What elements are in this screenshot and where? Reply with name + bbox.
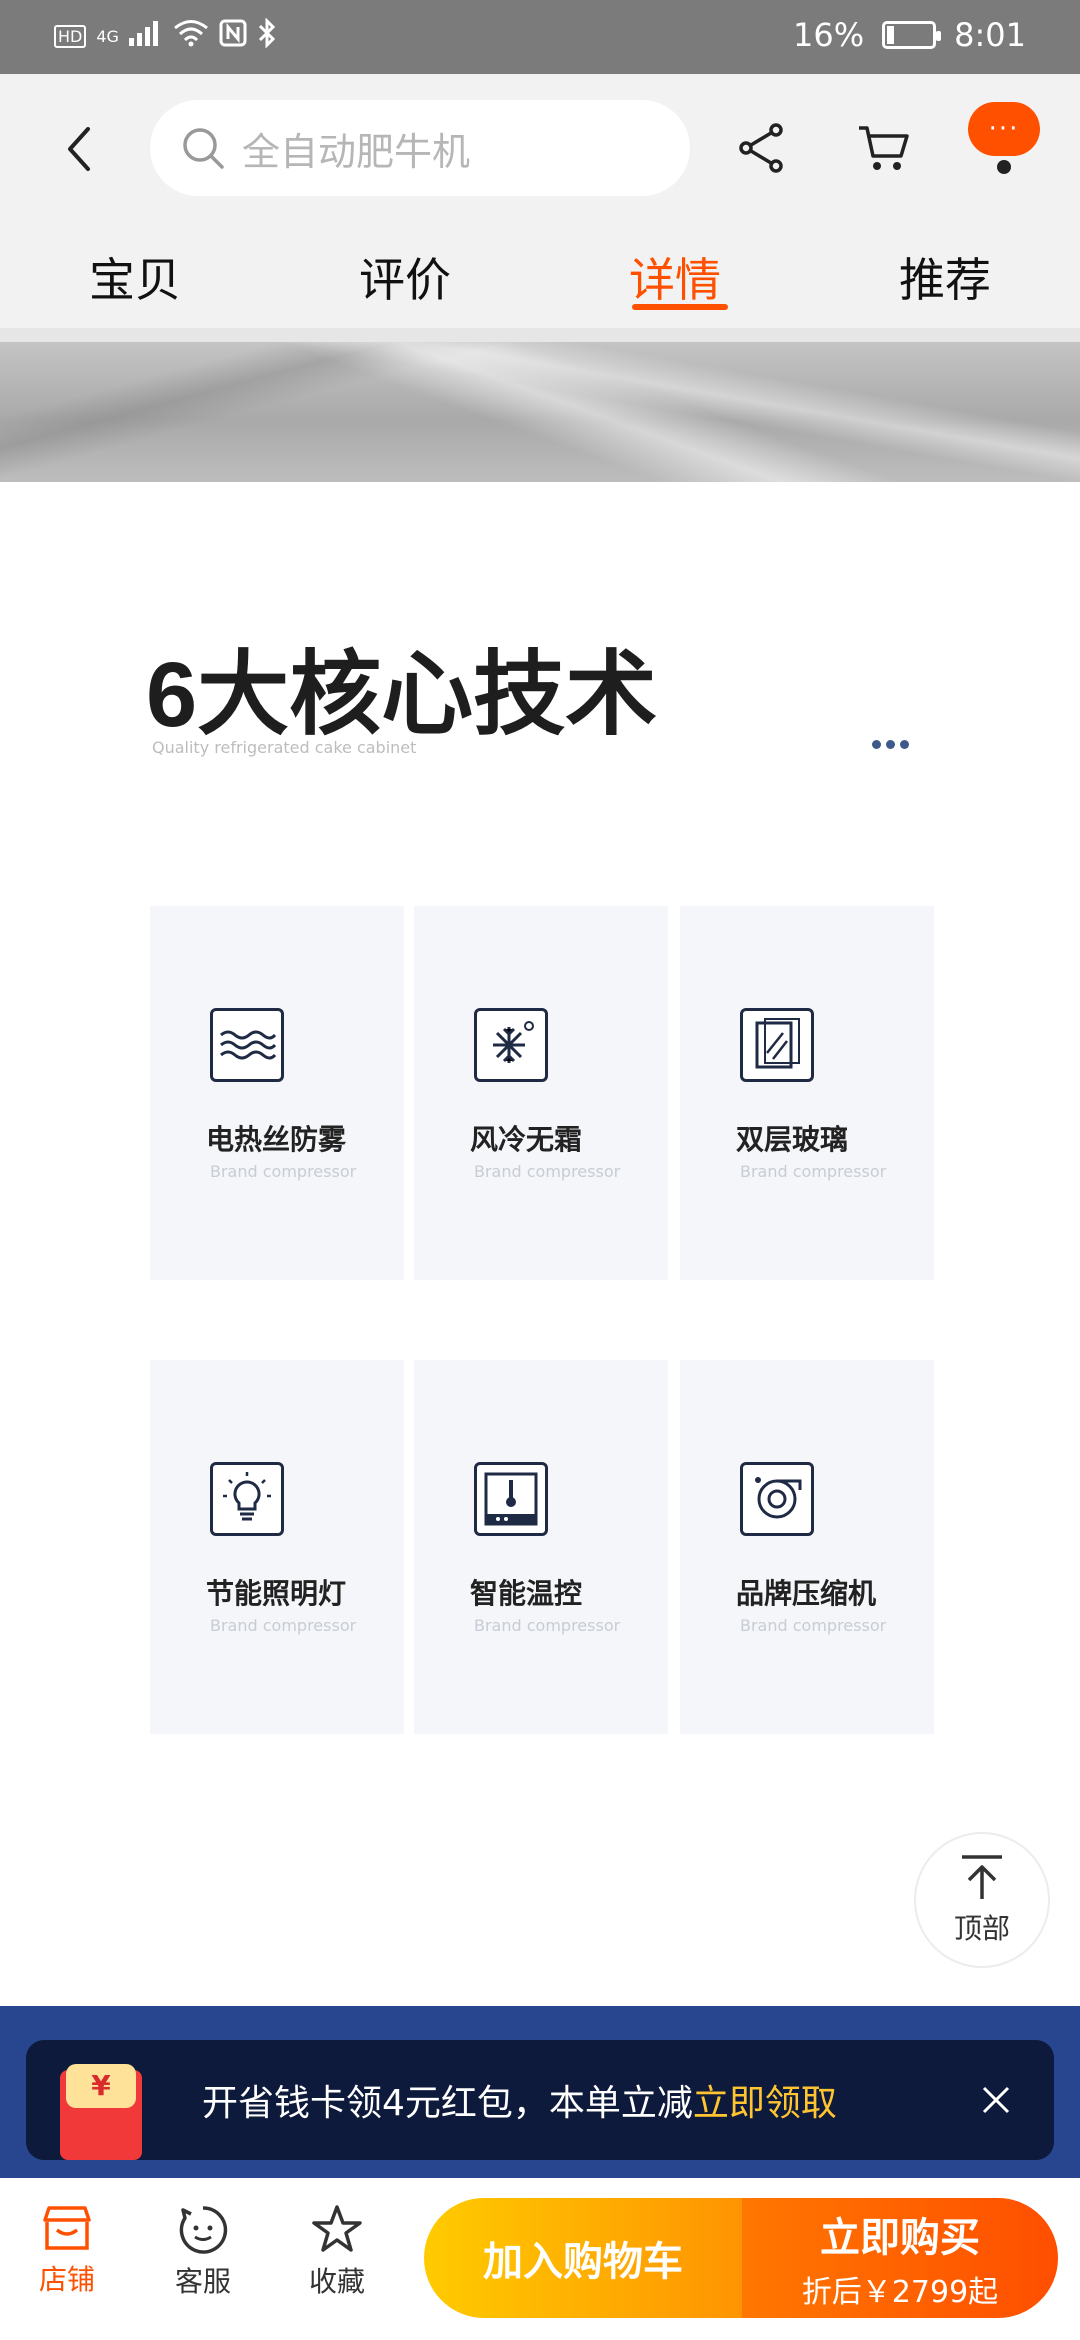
marble-banner-edge — [0, 328, 1080, 342]
clock: 8:01 — [954, 16, 1026, 54]
tab-recommend[interactable]: 推荐 — [810, 234, 1080, 328]
tab-reviews[interactable]: 评价 — [270, 234, 540, 328]
promo-message: 开省钱卡领4元红包，本单立减 — [202, 2083, 693, 2124]
feature-name: 双层玻璃 — [736, 1123, 849, 1156]
feature-subtitle: Brand compressor — [210, 1162, 357, 1181]
feature-name: 节能照明灯 — [206, 1577, 347, 1610]
thermometer-icon — [474, 1462, 548, 1536]
feature-subtitle: Brand compressor — [474, 1162, 621, 1181]
feature-card: 智能温控 Brand compressor — [414, 1360, 668, 1734]
notification-dot — [997, 160, 1011, 174]
back-button[interactable] — [52, 122, 106, 176]
promo-close-button[interactable] — [974, 2078, 1018, 2122]
star-icon — [312, 2205, 362, 2252]
close-icon — [982, 2086, 1010, 2114]
search-input[interactable]: 全自动肥牛机 — [150, 100, 690, 196]
wifi-icon — [173, 19, 209, 53]
tab-bar: 宝贝 评价 详情 推荐 — [0, 234, 1080, 328]
tab-details[interactable]: 详情 — [540, 234, 810, 328]
service-label: 客服 — [174, 2265, 231, 2298]
feature-subtitle: Brand compressor — [210, 1616, 357, 1635]
ellipsis-decoration — [872, 740, 909, 749]
customer-service-button[interactable]: 客服 — [148, 2204, 258, 2300]
arrow-up-icon — [962, 1855, 1002, 1899]
search-placeholder: 全自动肥牛机 — [242, 129, 471, 174]
header: 全自动肥牛机 ··· 宝贝 评价 详情 推荐 — [0, 74, 1080, 328]
feature-name: 电热丝防雾 — [206, 1123, 347, 1156]
feature-subtitle: Brand compressor — [474, 1616, 621, 1635]
tab-product[interactable]: 宝贝 — [0, 234, 270, 328]
section-title: 6大核心技术 — [146, 644, 658, 746]
feature-subtitle: Brand compressor — [740, 1162, 887, 1181]
feature-card: 风冷无霜 Brand compressor — [414, 906, 668, 1280]
bottom-action-bar: 店铺 客服 收藏 加入购物车 立即购买 折后￥2799起 — [0, 2178, 1080, 2340]
status-right: 16% 8:01 — [793, 16, 1026, 54]
battery-level — [887, 26, 895, 44]
back-to-top-button[interactable]: 顶部 — [914, 1832, 1050, 1968]
share-button[interactable] — [732, 118, 792, 178]
buy-now-label: 立即购买 — [820, 2215, 980, 2261]
feature-card: 电热丝防雾 Brand compressor — [150, 906, 404, 1280]
red-envelope-icon: ¥ — [60, 2064, 142, 2160]
feature-name: 智能温控 — [470, 1577, 583, 1610]
feature-card: 双层玻璃 Brand compressor — [680, 906, 934, 1280]
add-to-cart-button[interactable]: 加入购物车 — [424, 2198, 742, 2318]
feature-card: 节能照明灯 Brand compressor — [150, 1360, 404, 1734]
hd-indicator: HD — [54, 24, 87, 48]
cart-icon — [859, 126, 909, 170]
promo-text: 开省钱卡领4元红包，本单立减立即领取 — [202, 2074, 837, 2126]
bluetooth-icon — [257, 17, 277, 54]
cart-button[interactable] — [854, 118, 914, 178]
favorite-label: 收藏 — [308, 2265, 365, 2298]
store-button[interactable]: 店铺 — [12, 2204, 122, 2298]
feature-name: 品牌压缩机 — [736, 1577, 877, 1610]
buy-now-price: 折后￥2799起 — [801, 2275, 999, 2310]
more-menu-button[interactable]: ··· — [968, 102, 1040, 156]
marble-banner-image — [0, 328, 1080, 482]
feature-name: 风冷无霜 — [470, 1123, 583, 1156]
nfc-icon — [219, 19, 247, 53]
waves-icon — [210, 1008, 284, 1082]
snowflake-icon — [474, 1008, 548, 1082]
store-icon — [43, 2206, 91, 2250]
search-icon — [183, 128, 224, 169]
store-label: 店铺 — [38, 2263, 95, 2296]
feature-subtitle: Brand compressor — [740, 1616, 887, 1635]
favorite-button[interactable]: 收藏 — [282, 2204, 392, 2300]
compressor-icon — [740, 1462, 814, 1536]
buy-now-button[interactable]: 立即购买 折后￥2799起 — [742, 2198, 1058, 2318]
share-icon — [739, 123, 783, 173]
battery-percent: 16% — [793, 16, 865, 54]
network-indicator: 4G — [96, 26, 119, 46]
status-bar: HD 4G 16% 8:01 — [0, 0, 1080, 74]
lightbulb-icon — [210, 1462, 284, 1536]
battery-icon — [882, 21, 942, 49]
service-face-icon — [179, 2206, 228, 2254]
envelope-yen-symbol: ¥ — [66, 2064, 136, 2108]
glass-icon — [740, 1008, 814, 1082]
status-left: HD 4G — [54, 17, 277, 54]
section-subtitle: Quality refrigerated cake cabinet — [152, 738, 417, 757]
feature-card: 品牌压缩机 Brand compressor — [680, 1360, 934, 1734]
promo-banner[interactable]: ¥ 开省钱卡领4元红包，本单立减立即领取 — [26, 2040, 1054, 2160]
back-to-top-label: 顶部 — [953, 1912, 1010, 1945]
promo-claim-link[interactable]: 立即领取 — [693, 2083, 837, 2124]
back-arrow-icon — [68, 127, 90, 171]
signal-icon — [128, 20, 163, 52]
